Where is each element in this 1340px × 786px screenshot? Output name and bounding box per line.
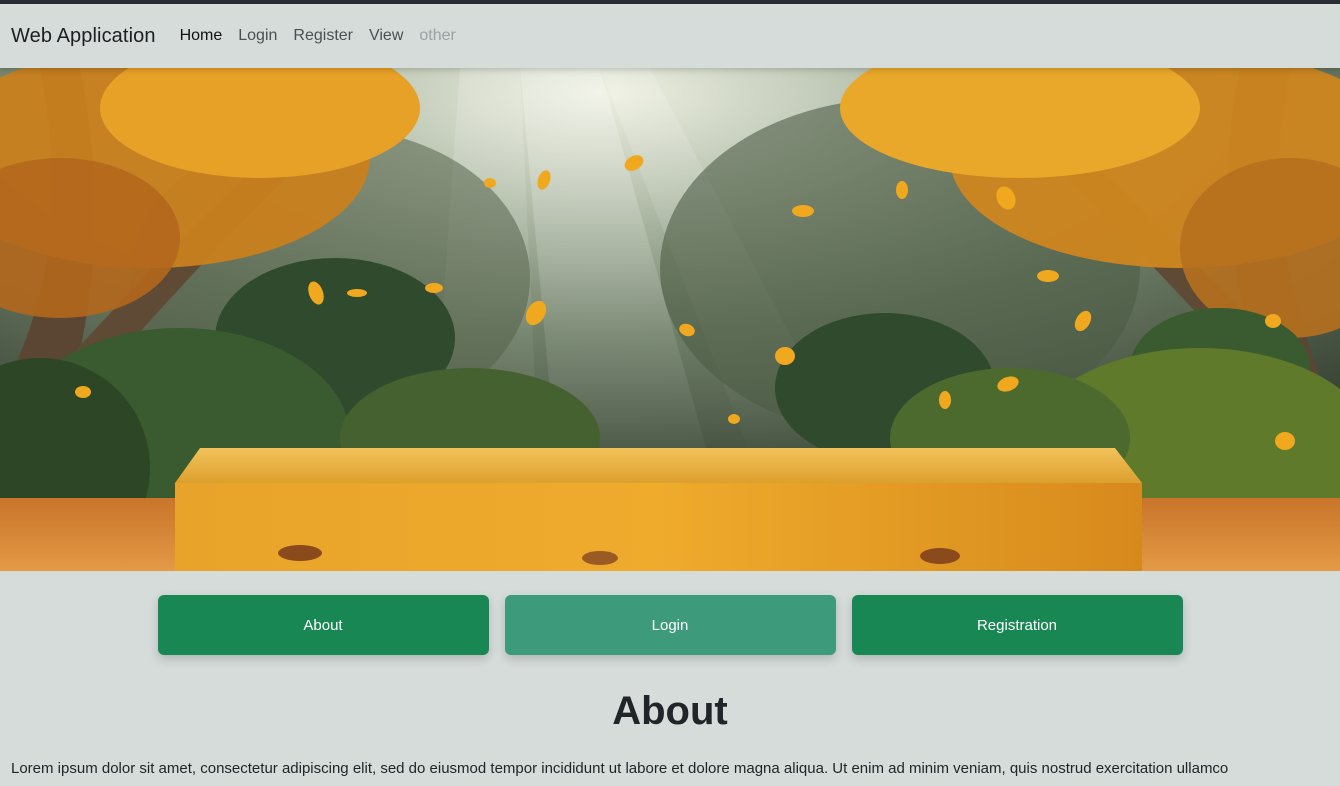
registration-button[interactable]: Registration xyxy=(851,595,1183,655)
nav-link-login[interactable]: Login xyxy=(238,27,277,45)
nav-link-view[interactable]: View xyxy=(369,27,403,45)
nav-link-home[interactable]: Home xyxy=(180,27,223,45)
action-button-row: About Login Registration xyxy=(0,595,1340,655)
nav-link-other: other xyxy=(419,27,456,44)
hero-illustration xyxy=(0,68,1340,571)
about-heading: About xyxy=(612,689,728,733)
about-button[interactable]: About xyxy=(157,595,489,655)
about-paragraph: Lorem ipsum dolor sit amet, consectetur … xyxy=(11,760,1229,777)
login-button[interactable]: Login xyxy=(504,595,836,655)
hero-image xyxy=(0,68,1340,571)
navbar: Web Application Home Login Register View… xyxy=(0,4,1340,68)
navbar-brand[interactable]: Web Application xyxy=(11,25,156,48)
nav-link-register[interactable]: Register xyxy=(293,27,353,45)
